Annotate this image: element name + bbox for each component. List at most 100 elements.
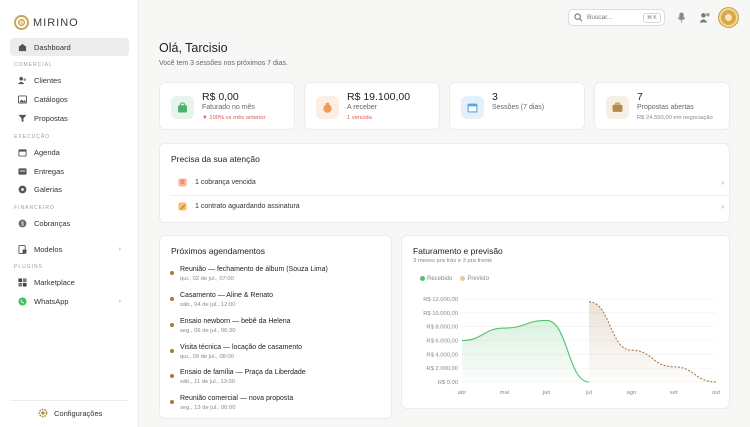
y-tick-label: R$ 12.000,00 bbox=[423, 297, 458, 303]
sidebar-item-propostas[interactable]: Propostas bbox=[10, 109, 129, 127]
appointment-title: Reunião — fechamento de álbum (Souza Lim… bbox=[180, 266, 328, 273]
sidebar-item-marketplace[interactable]: Marketplace bbox=[10, 273, 129, 291]
chevron-right-icon: › bbox=[721, 201, 724, 211]
sidebar: MIRINO Dashboard COMERCIAL Clientes Catá… bbox=[0, 0, 139, 427]
gallery-icon bbox=[18, 185, 27, 193]
sidebar-item-label: Marketplace bbox=[34, 277, 75, 287]
user-switch-icon[interactable] bbox=[699, 12, 710, 23]
stat-icon-bg-1 bbox=[316, 96, 339, 119]
briefcase-icon bbox=[612, 102, 623, 112]
appointment-dot bbox=[170, 374, 174, 378]
sidebar-item-label: Clientes bbox=[34, 75, 62, 85]
stat-card-proposals[interactable]: 7 Propostas abertas R$ 24.550,00 em nego… bbox=[594, 82, 730, 130]
sidebar-item-entregas[interactable]: Entregas bbox=[10, 162, 129, 180]
settings-link[interactable]: Configurações bbox=[38, 408, 102, 418]
invoice-alert-icon bbox=[178, 178, 187, 187]
stat-value: R$ 0,00 bbox=[202, 91, 239, 103]
x-tick-label: jun bbox=[542, 390, 551, 396]
search-box[interactable]: ⌘ K bbox=[568, 9, 665, 26]
appointment-title: Reunião comercial — nova proposta bbox=[180, 395, 294, 402]
appointment-title: Ensaio de família — Praça da Liberdade bbox=[180, 369, 306, 376]
section-label-plugins: PLUGINS bbox=[14, 264, 43, 270]
revenue-card: Faturamento e previsão 3 meses pra trás … bbox=[401, 235, 730, 409]
appointment-date: sáb., 11 de jul., 13:00 bbox=[180, 379, 236, 385]
sidebar-item-dashboard[interactable]: Dashboard bbox=[10, 38, 129, 56]
appointment-date: seg., 06 de jul., 06:30 bbox=[180, 328, 236, 334]
chevron-right-icon: › bbox=[118, 245, 121, 253]
sidebar-item-label: Agenda bbox=[34, 147, 60, 157]
stat-icon-bg-2 bbox=[461, 96, 484, 119]
shopping-bag-icon bbox=[178, 102, 187, 113]
page-subtitle: Você tem 3 sessões nos próximos 7 dias. bbox=[159, 60, 288, 67]
brand[interactable]: MIRINO bbox=[14, 15, 79, 30]
appointment-title: Ensaio newborn — bebê da Helena bbox=[180, 318, 291, 325]
sidebar-item-label: Dashboard bbox=[34, 42, 71, 52]
attention-item-overdue[interactable]: 1 cobrança vencida › bbox=[170, 172, 732, 193]
sidebar-item-label: Entregas bbox=[34, 166, 65, 176]
whatsapp-icon bbox=[18, 296, 27, 306]
sidebar-item-galerias[interactable]: Galerias bbox=[10, 180, 129, 198]
money-bag-icon bbox=[323, 102, 332, 113]
avatar[interactable] bbox=[718, 7, 739, 28]
sidebar-item-label: Modelos bbox=[34, 244, 63, 254]
chevron-right-icon: › bbox=[118, 297, 121, 305]
y-tick-label: R$ 6.000,00 bbox=[426, 339, 458, 345]
sidebar-item-cobrancas[interactable]: $ Cobranças bbox=[10, 214, 129, 232]
svg-text:$: $ bbox=[21, 221, 24, 227]
sidebar-item-agenda[interactable]: Agenda bbox=[10, 143, 129, 161]
coin-icon: $ bbox=[18, 219, 27, 227]
page-title: Olá, Tarcisio bbox=[159, 41, 228, 55]
stat-label: Propostas abertas bbox=[637, 104, 694, 111]
attention-title: Precisa da sua atenção bbox=[171, 154, 260, 164]
appointment-dot bbox=[170, 271, 174, 275]
brand-logo-icon bbox=[14, 15, 29, 30]
stat-icon-bg-0 bbox=[171, 96, 194, 119]
stat-card-receivable[interactable]: R$ 19.100,00 A receber 1 vencida bbox=[304, 82, 440, 130]
sidebar-item-clientes[interactable]: Clientes bbox=[10, 71, 129, 89]
template-icon bbox=[18, 244, 27, 254]
appointment-dot bbox=[170, 400, 174, 404]
y-tick-label: R$ 0,00 bbox=[438, 380, 458, 386]
users-icon bbox=[18, 76, 27, 84]
sidebar-item-catalogos[interactable]: Catálogos bbox=[10, 90, 129, 108]
sidebar-item-modelos[interactable]: Modelos › bbox=[10, 240, 129, 258]
search-input[interactable] bbox=[587, 14, 639, 21]
attention-card: Precisa da sua atenção 1 cobrança vencid… bbox=[159, 143, 732, 223]
dashboard-icon bbox=[18, 43, 27, 51]
sidebar-item-whatsapp[interactable]: WhatsApp › bbox=[10, 292, 129, 310]
appointment-date: seg., 13 de jul., 06:00 bbox=[180, 405, 236, 411]
stat-label: Sessões (7 dias) bbox=[492, 104, 545, 111]
grid-apps-icon bbox=[18, 277, 27, 287]
stat-card-sessions[interactable]: 3 Sessões (7 dias) bbox=[449, 82, 585, 130]
appointment-title: Casamento — Aline & Renato bbox=[180, 292, 273, 299]
appointment-title: Visita técnica — locação de casamento bbox=[180, 344, 303, 351]
sidebar-item-label: Propostas bbox=[34, 113, 68, 123]
appointment-dot bbox=[170, 323, 174, 327]
calendar-icon bbox=[467, 103, 478, 113]
y-tick-label: R$ 10.000,00 bbox=[423, 311, 458, 317]
appointment-date: qui., 02 de jul., 07:00 bbox=[180, 276, 234, 282]
attention-label: 1 cobrança vencida bbox=[195, 179, 256, 186]
x-tick-label: out bbox=[712, 390, 720, 396]
settings-label: Configurações bbox=[54, 408, 103, 418]
x-tick-label: set bbox=[670, 390, 678, 396]
stat-label: Faturado no mês bbox=[202, 104, 255, 111]
sidebar-divider bbox=[10, 400, 129, 401]
image-catalog-icon bbox=[18, 94, 27, 104]
appointments-card: Próximos agendamentos Reunião — fechamen… bbox=[159, 235, 392, 419]
microphone-icon[interactable] bbox=[676, 12, 687, 23]
stat-value: R$ 19.100,00 bbox=[347, 91, 411, 103]
stat-overdue: 1 vencida bbox=[347, 115, 372, 121]
x-tick-label: mai bbox=[500, 390, 509, 396]
stat-card-billed[interactable]: R$ 0,00 Faturado no mês ▼ 100% vs mês an… bbox=[159, 82, 295, 130]
appointments-title: Próximos agendamentos bbox=[171, 246, 266, 256]
y-tick-label: R$ 8.000,00 bbox=[426, 325, 458, 331]
x-tick-label: jul bbox=[585, 390, 592, 396]
brand-name: MIRINO bbox=[33, 16, 79, 29]
attention-item-contract[interactable]: 1 contrato aguardando assinatura › bbox=[170, 195, 732, 216]
chevron-right-icon: › bbox=[721, 178, 724, 187]
x-tick-label: abr bbox=[458, 390, 466, 396]
stat-icon-bg-3 bbox=[606, 96, 629, 119]
section-label-execucao: EXECUÇÃO bbox=[14, 134, 51, 140]
series-area-received bbox=[462, 320, 589, 382]
